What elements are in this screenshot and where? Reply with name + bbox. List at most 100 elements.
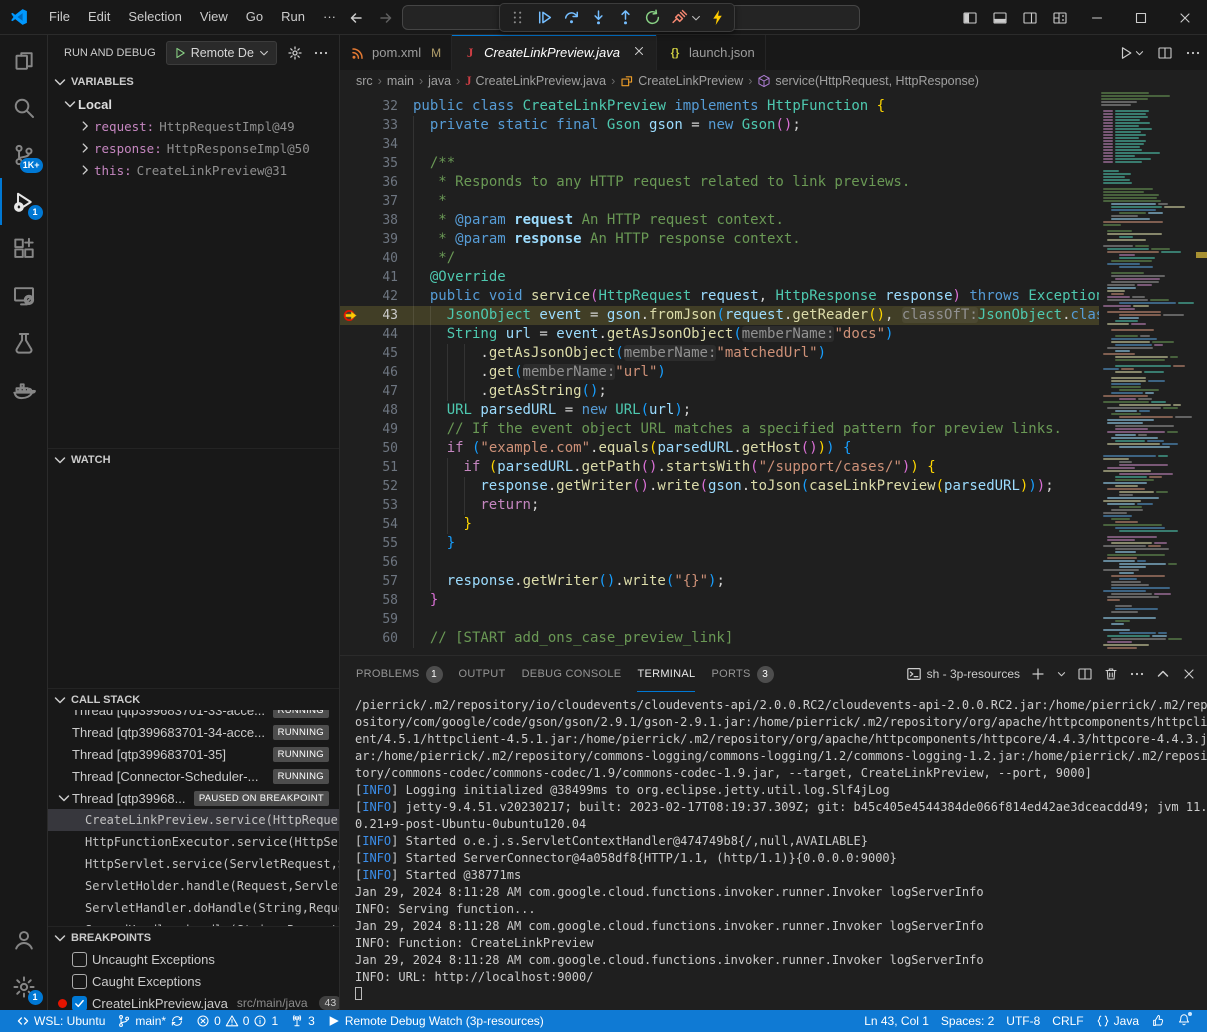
breakpoint-checkbox[interactable] [72, 996, 87, 1011]
gutter[interactable] [340, 420, 364, 439]
gutter[interactable] [340, 230, 364, 249]
activity-item-search[interactable] [0, 84, 48, 131]
terminal-instance[interactable]: sh - 3p-resources [906, 666, 1020, 682]
code-line-36[interactable]: 36 * Responds to any HTTP request relate… [340, 173, 1099, 192]
code-line-33[interactable]: 33private static final Gson gson = new G… [340, 116, 1099, 135]
code-line-53[interactable]: 53return; [340, 496, 1099, 515]
activity-item-settings[interactable]: 1 [0, 963, 48, 1010]
status-problems[interactable]: 001 [190, 1010, 284, 1032]
watch-header[interactable]: WATCH [48, 448, 339, 470]
breadcrumb-item[interactable]: java [428, 74, 451, 88]
breadcrumb-item[interactable]: src [356, 74, 373, 88]
code-line-49[interactable]: 49// If the event object URL matches a s… [340, 420, 1099, 439]
panel-tab-terminal[interactable]: TERMINAL [637, 656, 695, 692]
code-line-59[interactable]: 59 [340, 610, 1099, 629]
code-line-58[interactable]: 58} [340, 591, 1099, 610]
gutter[interactable] [340, 572, 364, 591]
variable-row[interactable]: this:CreateLinkPreview@31 [48, 159, 339, 181]
gutter[interactable] [340, 382, 364, 401]
menu-item-run[interactable]: Run [272, 5, 314, 29]
minimize-button[interactable] [1075, 0, 1119, 35]
gutter[interactable] [340, 439, 364, 458]
gutter[interactable] [340, 116, 364, 135]
gutter[interactable] [340, 458, 364, 477]
activity-item-testing[interactable] [0, 319, 48, 366]
activity-item-docker[interactable] [0, 366, 48, 413]
status-language-mode[interactable]: Java [1090, 1010, 1145, 1032]
code-line-47[interactable]: 47.getAsString(); [340, 382, 1099, 401]
continue-button[interactable] [532, 6, 556, 30]
status-indentation[interactable]: Spaces: 2 [935, 1010, 1000, 1032]
activity-item-explorer[interactable] [0, 37, 48, 84]
tab-launch-json[interactable]: {}launch.json [657, 35, 766, 70]
more-actions-icon[interactable] [313, 45, 329, 61]
tab-pom-xml[interactable]: pom.xmlM [340, 35, 452, 70]
terminal-output[interactable]: /pierrick/.m2/repository/io/cloudevents/… [340, 693, 1207, 1010]
customize-layout-button[interactable] [1045, 0, 1075, 35]
step-into-button[interactable] [586, 6, 610, 30]
stack-frame[interactable]: CreateLinkPreview.service(HttpReques [48, 809, 339, 831]
code-line-51[interactable]: 51if (parsedURL.getPath().startsWith("/s… [340, 458, 1099, 477]
status-debug-session[interactable]: Remote Debug Watch (3p-resources) [321, 1010, 550, 1032]
code-line-45[interactable]: 45.getAsJsonObject(memberName:"matchedUr… [340, 344, 1099, 363]
code-line-56[interactable]: 56 [340, 553, 1099, 572]
toggle-sidebar-button[interactable] [955, 0, 985, 35]
breakpoint-row[interactable]: Uncaught Exceptions [48, 948, 339, 970]
disconnect-button[interactable] [667, 6, 691, 30]
code-line-38[interactable]: 38 * @param request An HTTP request cont… [340, 211, 1099, 230]
gutter[interactable] [340, 211, 364, 230]
kill-terminal-icon[interactable] [1103, 666, 1119, 682]
maximize-panel-icon[interactable] [1155, 666, 1171, 682]
gutter[interactable] [340, 97, 364, 116]
panel-tab-output[interactable]: OUTPUT [459, 656, 506, 692]
toggle-panel-button[interactable] [985, 0, 1015, 35]
run-dropdown-chevron-icon[interactable] [1134, 45, 1145, 61]
gutter[interactable] [340, 610, 364, 629]
call-stack-thread[interactable]: Thread [qtp39968...PAUSED ON BREAKPOINT [48, 787, 339, 809]
code-line-57[interactable]: 57response.getWriter().write("{}"); [340, 572, 1099, 591]
activity-item-run-debug[interactable]: 1 [0, 178, 48, 225]
disconnect-chevron-icon[interactable] [690, 10, 702, 26]
close-tab-icon[interactable] [632, 44, 646, 61]
status-branch[interactable]: main* [111, 1010, 190, 1032]
step-over-button[interactable] [559, 6, 583, 30]
status-ports[interactable]: 3 [284, 1010, 321, 1032]
close-panel-icon[interactable] [1181, 666, 1197, 682]
gutter[interactable] [340, 515, 364, 534]
panel-tab-debug-console[interactable]: DEBUG CONSOLE [522, 656, 622, 692]
code-line-55[interactable]: 55} [340, 534, 1099, 553]
lightning-button[interactable] [705, 6, 729, 30]
panel-tab-problems[interactable]: PROBLEMS1 [356, 656, 443, 692]
stack-frame[interactable]: ScopedHandler.handle(String,Request, [48, 919, 339, 926]
stack-frame[interactable]: ServletHandler.doHandle(String,Reque [48, 897, 339, 919]
code-line-41[interactable]: 41@Override [340, 268, 1099, 287]
gutter[interactable] [340, 534, 364, 553]
close-button[interactable] [1163, 0, 1207, 35]
status-cursor-position[interactable]: Ln 43, Col 1 [858, 1010, 935, 1032]
breadcrumb-item[interactable]: main [387, 74, 414, 88]
menu-item-edit[interactable]: Edit [79, 5, 119, 29]
menu-item-selection[interactable]: Selection [119, 5, 190, 29]
panel-tab-ports[interactable]: PORTS3 [711, 656, 773, 692]
toggle-secondary-sidebar-button[interactable] [1015, 0, 1045, 35]
menu-item-[interactable]: ··· [314, 5, 345, 29]
breakpoint-row[interactable]: Caught Exceptions [48, 970, 339, 992]
gutter[interactable] [340, 477, 364, 496]
stack-frame[interactable]: ServletHolder.handle(Request,Servlet [48, 875, 339, 897]
breakpoint-checkbox[interactable] [72, 952, 87, 967]
gutter[interactable] [340, 287, 364, 306]
gutter[interactable] [340, 135, 364, 154]
code-line-40[interactable]: 40 */ [340, 249, 1099, 268]
gutter[interactable] [340, 154, 364, 173]
code-line-60[interactable]: 60// [START add_ons_case_preview_link] [340, 629, 1099, 648]
menu-item-file[interactable]: File [40, 5, 79, 29]
editor-more-icon[interactable] [1185, 45, 1201, 61]
call-stack-thread[interactable]: Thread [Connector-Scheduler-...RUNNING [48, 765, 339, 787]
stack-frame[interactable]: HttpFunctionExecutor.service(HttpSer [48, 831, 339, 853]
status-encoding[interactable]: UTF-8 [1000, 1010, 1046, 1032]
code-line-37[interactable]: 37 * [340, 192, 1099, 211]
breadcrumb-item[interactable]: service(HttpRequest, HttpResponse) [757, 74, 979, 88]
code-line-34[interactable]: 34 [340, 135, 1099, 154]
code-line-42[interactable]: 42public void service(HttpRequest reques… [340, 287, 1099, 306]
code-line-35[interactable]: 35/** [340, 154, 1099, 173]
